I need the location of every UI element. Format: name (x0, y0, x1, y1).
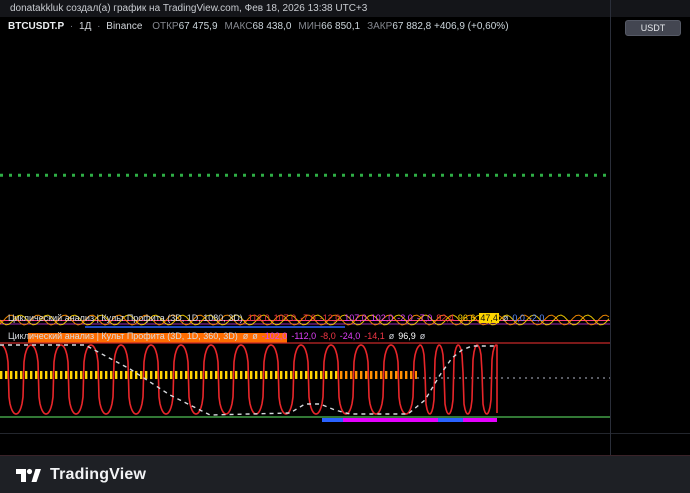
footer-bar: TradingView (0, 455, 690, 493)
indicator-pane-2-plots (0, 333, 610, 422)
chart-area[interactable]: BTCUSDT.P · 1Д · Binance ОТКР67 475,9МАК… (0, 17, 690, 433)
indicator-pane-1-plots (0, 315, 610, 327)
tradingview-wordmark[interactable]: TradingView (50, 466, 146, 484)
tradingview-logo-icon[interactable] (14, 464, 42, 486)
published-chart-header-link[interactable]: donatakkluk создал(а) график на TradingV… (0, 0, 690, 17)
time-axis[interactable] (0, 433, 690, 455)
chart-canvas[interactable] (0, 17, 690, 433)
price-scale-border (610, 0, 611, 455)
